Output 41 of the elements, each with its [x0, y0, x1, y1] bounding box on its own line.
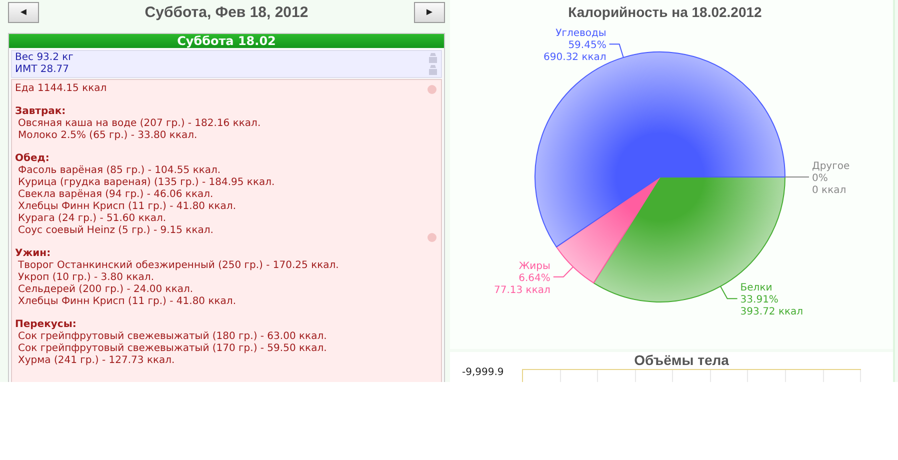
leader-line [784, 176, 810, 178]
slice-label: Белки 33.91% 393.72 ккал [740, 282, 804, 318]
leader-line [608, 44, 624, 58]
food-item: Курага (24 гр.) - 51.60 ккал. [18, 213, 166, 225]
meal-title: Завтрак: [15, 106, 66, 118]
food-item: Укроп (10 гр.) - 3.80 ккал. [18, 272, 154, 284]
apple-icon[interactable] [427, 84, 437, 94]
apple-icon[interactable] [427, 232, 437, 242]
food-item: Сок грейпфрутовый свежевыжатый (180 гр.) - 63.00 ккал. [18, 331, 327, 343]
food-item: Хлебцы Финн Крисп (11 гр.) - 41.80 ккал. [18, 201, 236, 213]
leader-line [720, 286, 738, 300]
meal-title: Перекусы: [15, 319, 76, 331]
food-item: Соус соевый Heinz (5 гр.) - 9.15 ккал. [18, 225, 214, 237]
previous-day-button[interactable]: ◄ [8, 2, 39, 23]
body-stat: Вес 93.2 кг [15, 52, 74, 64]
chart-title: Калорийность на 18.02.2012 [568, 4, 762, 20]
chart-title: Объёмы тела [633, 353, 730, 367]
food-item: Творог Останкинский обезжиренный (250 гр.) - 170.25 ккал. [18, 260, 339, 272]
food-item: Молоко 2.5% (65 гр.) - 33.80 ккал. [18, 130, 198, 142]
scale-icon[interactable] [429, 65, 437, 75]
day-header: Суббота 18.02 [9, 34, 444, 48]
next-day-button[interactable]: ► [414, 2, 445, 23]
meal-title: Ужин: [15, 248, 51, 260]
food-item: Овсяная каша на воде (207 гр.) - 182.16 ккал. [18, 118, 261, 130]
axis-label: -9,999.9 [461, 367, 505, 379]
meal-title: Обед: [15, 153, 50, 165]
scale-icon[interactable] [429, 53, 437, 63]
food-item: Хлебцы Финн Крисп (11 гр.) - 41.80 ккал. [18, 296, 236, 308]
food-item: Курица (грудка вареная) (135 гр.) - 184.95 ккал. [18, 177, 275, 189]
slice-label: Углеводы 59.45% 690.32 ккал [544, 28, 606, 64]
leader-line [552, 266, 574, 278]
food-item: Свекла варёная (94 гр.) - 46.06 ккал. [18, 189, 214, 201]
slice-label: Другое 0% 0 ккал [812, 161, 850, 196]
food-total: Еда 1144.15 ккал [15, 83, 107, 95]
food-item: Сок грейпфрутовый свежевыжатый (170 гр.) - 59.50 ккал. [18, 343, 327, 355]
date-title: Суббота, Фев 18, 2012 [144, 4, 310, 21]
slice-label: Жиры 6.64% 77.13 ккал [494, 260, 550, 296]
food-item: Хурма (241 гр.) - 127.73 ккал. [18, 355, 175, 367]
food-item: Фасоль варёная (85 гр.) - 104.55 ккал. [18, 165, 221, 177]
food-item: Сельдерей (200 гр.) - 24.00 ккал. [18, 284, 194, 296]
body-stat: ИМТ 28.77 [15, 64, 70, 76]
